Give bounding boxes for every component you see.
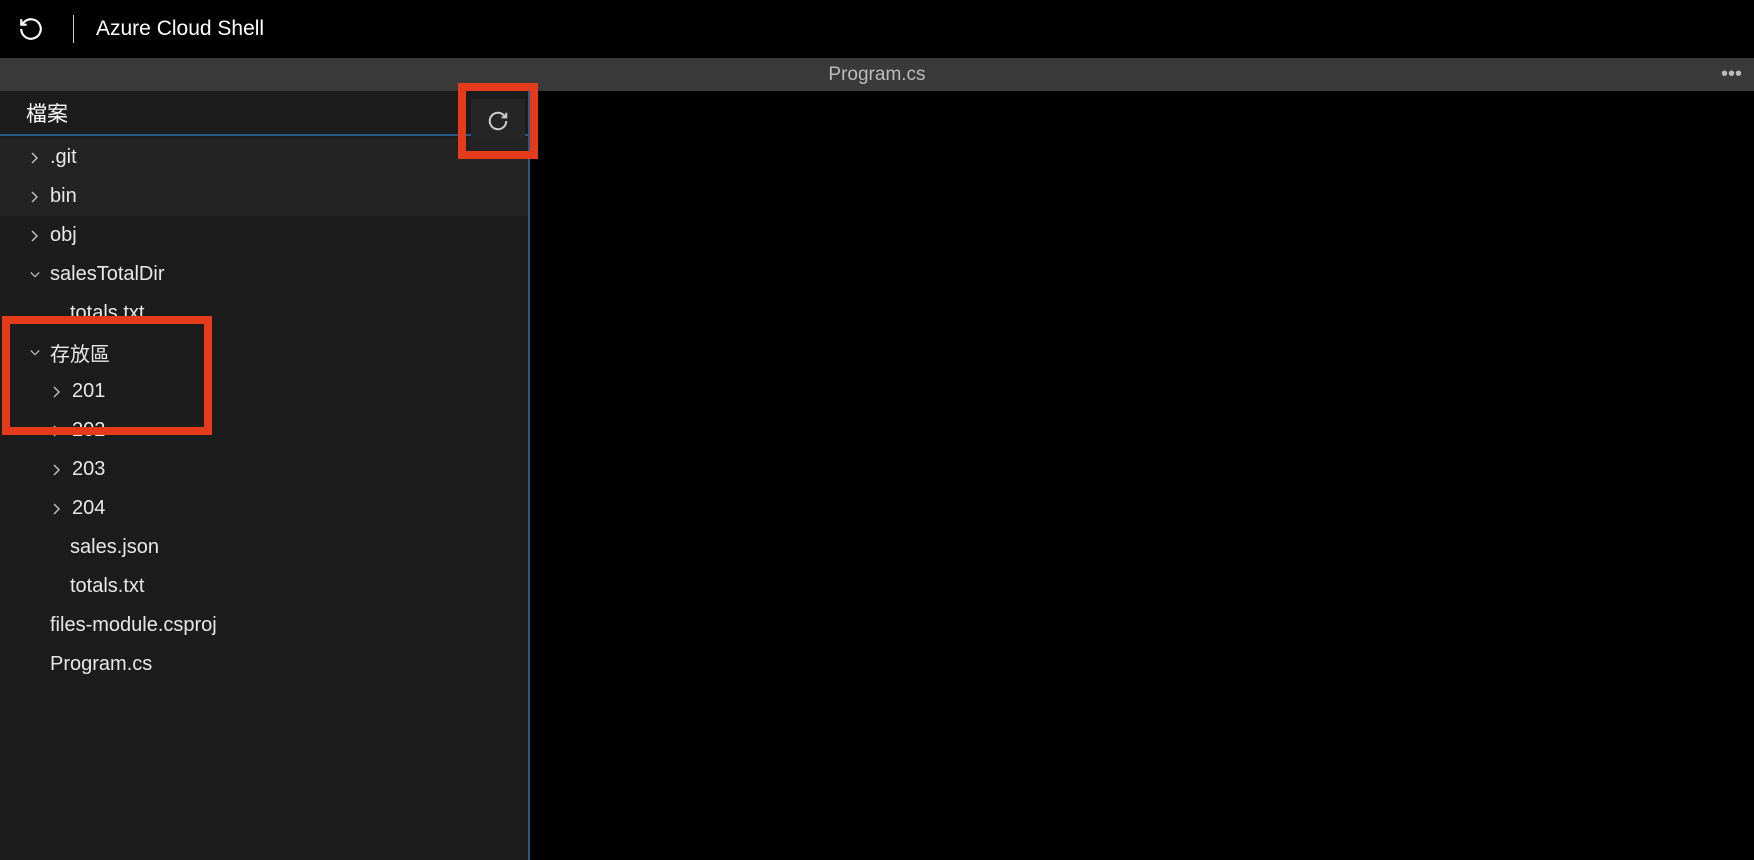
editor-pane[interactable] xyxy=(530,91,1754,860)
chevron-right-icon xyxy=(50,386,64,398)
refresh-icon xyxy=(487,110,509,132)
tree-item-label: files-module.csproj xyxy=(50,614,217,637)
chevron-right-icon xyxy=(50,503,64,515)
tree-folder-203[interactable]: 203 xyxy=(0,450,528,489)
refresh-button[interactable] xyxy=(471,99,525,143)
tree-item-label: bin xyxy=(50,185,77,208)
tree-item-label: totals.txt xyxy=(70,302,144,325)
tree-item-label: sales.json xyxy=(70,536,159,559)
chevron-right-icon xyxy=(28,191,42,203)
tree-item-label: 202 xyxy=(72,419,105,442)
tree-folder-salesTotalDir[interactable]: salesTotalDir xyxy=(0,255,528,294)
sidebar-header-label: 檔案 xyxy=(26,98,68,128)
tree-file-totals[interactable]: totals.txt xyxy=(0,294,528,333)
main-area: 檔案 .git bin xyxy=(0,91,1754,860)
chevron-right-icon xyxy=(50,464,64,476)
tree-folder-obj[interactable]: obj xyxy=(0,216,528,255)
tree-item-label: 204 xyxy=(72,497,105,520)
chevron-right-icon xyxy=(50,425,64,437)
tree-file-programcs[interactable]: Program.cs xyxy=(0,645,528,684)
tree-folder-git[interactable]: .git xyxy=(0,138,528,177)
tree-item-label: 存放區 xyxy=(50,338,110,367)
file-explorer-sidebar: 檔案 .git bin xyxy=(0,91,530,860)
divider xyxy=(73,15,74,43)
tree-file-totalstxt[interactable]: totals.txt xyxy=(0,567,528,606)
refresh-highlight-box xyxy=(458,83,538,159)
restart-icon[interactable] xyxy=(15,13,47,45)
tree-item-label: 201 xyxy=(72,380,105,403)
tree-item-label: 203 xyxy=(72,458,105,481)
tree-item-label: obj xyxy=(50,224,77,247)
chevron-right-icon xyxy=(28,230,42,242)
more-icon[interactable]: ••• xyxy=(1721,63,1742,86)
tree-item-label: salesTotalDir xyxy=(50,263,164,286)
tree-item-label: totals.txt xyxy=(70,575,144,598)
tab-filename[interactable]: Program.cs xyxy=(828,64,925,86)
tree-folder-202[interactable]: 202 xyxy=(0,411,528,450)
tree-file-csproj[interactable]: files-module.csproj xyxy=(0,606,528,645)
tab-bar: Program.cs ••• xyxy=(0,58,1754,91)
top-bar: Azure Cloud Shell xyxy=(0,0,1754,58)
chevron-down-icon xyxy=(28,347,42,359)
tree-folder-bin[interactable]: bin xyxy=(0,177,528,216)
tree-folder-201[interactable]: 201 xyxy=(0,372,528,411)
tree-item-label: .git xyxy=(50,146,77,169)
chevron-down-icon xyxy=(28,269,42,281)
tree-folder-204[interactable]: 204 xyxy=(0,489,528,528)
chevron-right-icon xyxy=(28,152,42,164)
tree-folder-stores[interactable]: 存放區 xyxy=(0,333,528,372)
sidebar-header: 檔案 xyxy=(0,91,528,136)
file-tree: .git bin obj salesTotalDir xyxy=(0,136,528,684)
app-title: Azure Cloud Shell xyxy=(96,17,264,41)
tree-file-salesjson[interactable]: sales.json xyxy=(0,528,528,567)
tree-item-label: Program.cs xyxy=(50,653,152,676)
